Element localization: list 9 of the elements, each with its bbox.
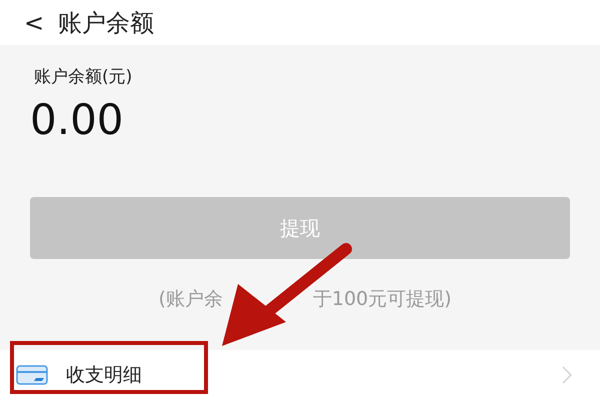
withdraw-hint: 于100元可提现) (312, 286, 452, 312)
withdraw-hint: (账户余 (158, 286, 223, 312)
back-button[interactable]: < (24, 4, 44, 40)
balance-amount: 0.00 (30, 98, 125, 140)
list-item[interactable]: 收支明细 (0, 350, 600, 400)
balance-label: 账户余额(元) (34, 66, 134, 89)
page-title: 账户余额 (58, 8, 154, 38)
chevron-right-icon (562, 366, 572, 384)
card-icon (16, 365, 48, 385)
